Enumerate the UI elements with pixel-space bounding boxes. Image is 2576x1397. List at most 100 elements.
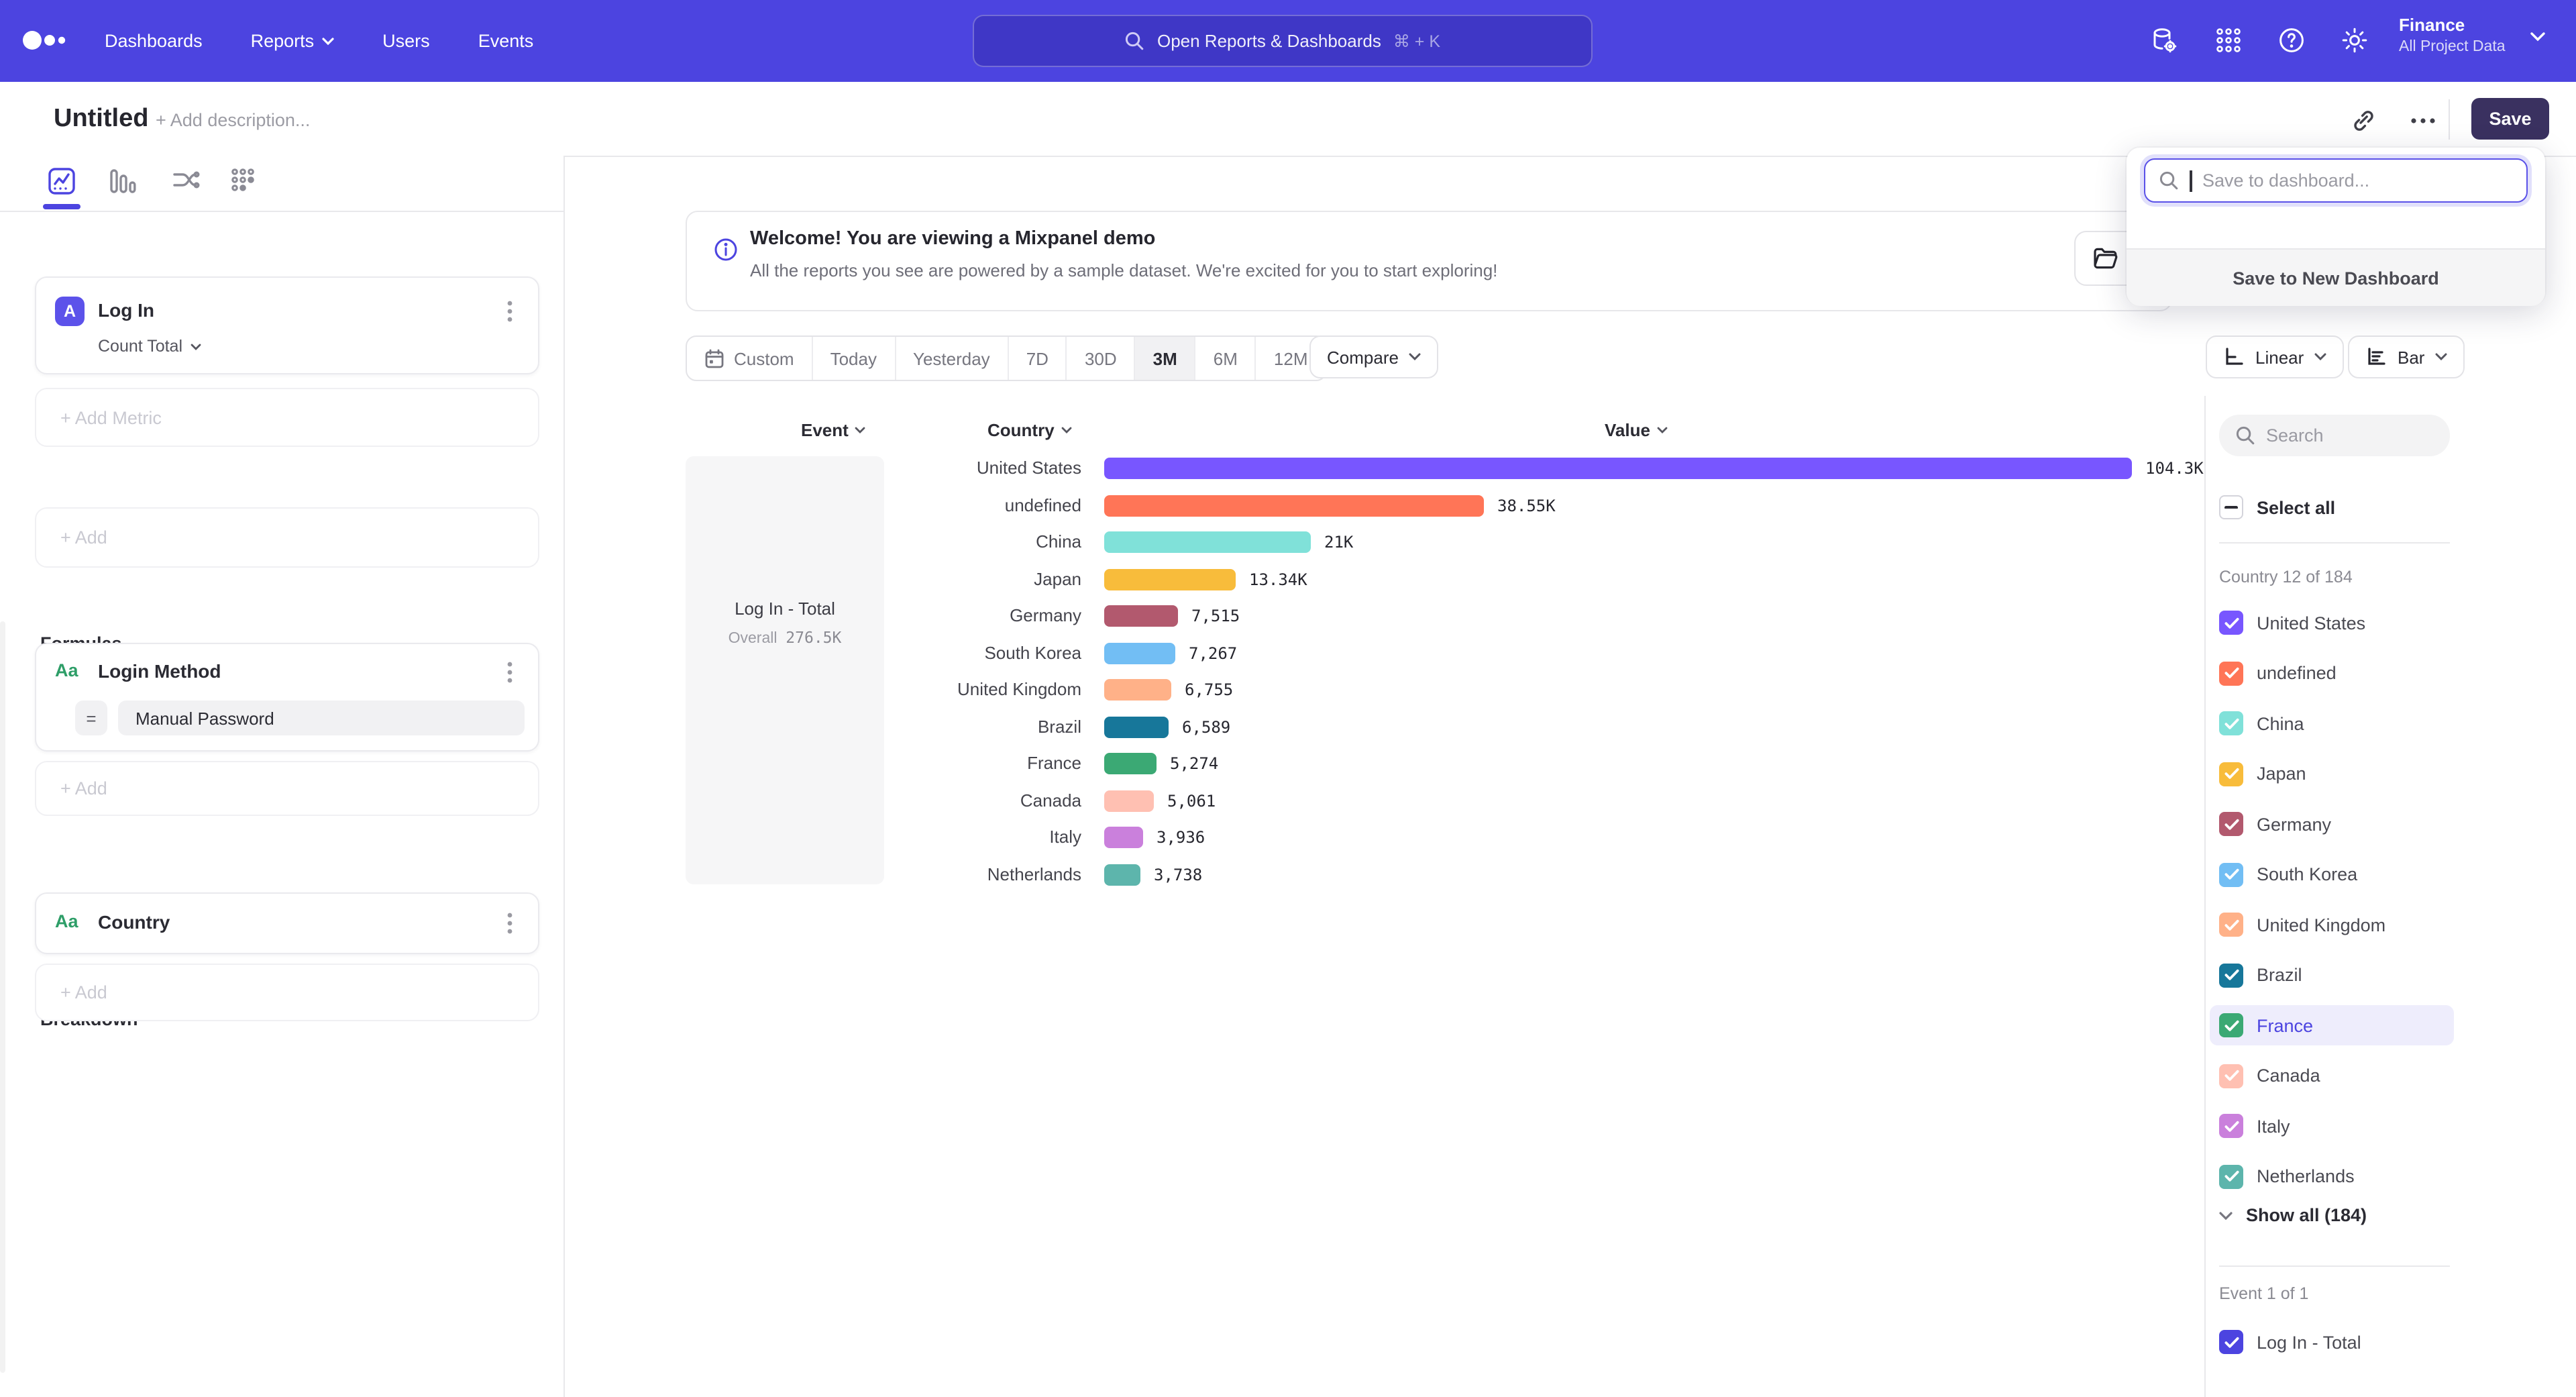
checkbox-label: Netherlands [2257, 1166, 2355, 1186]
chart-bar[interactable] [1104, 827, 1143, 848]
chart-bar[interactable] [1104, 864, 1140, 885]
tab-insights[interactable] [43, 162, 80, 200]
more-actions-icon[interactable] [2406, 103, 2440, 138]
nav-users[interactable]: Users [382, 31, 430, 51]
column-header-country[interactable]: Country [987, 420, 1072, 440]
chart-bar[interactable] [1104, 568, 1236, 590]
checkbox[interactable] [2219, 1013, 2243, 1037]
metric-aggregation[interactable]: Count Total [98, 337, 201, 356]
checkbox[interactable] [2219, 1114, 2243, 1138]
checkbox[interactable] [2219, 661, 2243, 685]
global-search-input[interactable]: Open Reports & Dashboards ⌘ + K [973, 15, 1593, 67]
chart-bar[interactable] [1104, 495, 1484, 516]
checkbox[interactable] [2219, 913, 2243, 937]
add-metric-button[interactable]: + Add Metric [35, 388, 539, 447]
filter-value[interactable]: Manual Password [118, 701, 525, 735]
chevron-down-icon [1061, 427, 1072, 433]
save-button[interactable]: Save [2471, 98, 2549, 140]
chevron-down-icon[interactable] [2530, 32, 2545, 42]
chart-bar[interactable] [1104, 679, 1171, 701]
metric-name[interactable]: Log In [98, 299, 154, 321]
range-today[interactable]: Today [813, 337, 896, 380]
checkbox[interactable] [2219, 711, 2243, 735]
breakdown-card[interactable]: Aa Country [35, 892, 539, 954]
range-3m[interactable]: 3M [1136, 337, 1196, 380]
checkbox[interactable] [2219, 1330, 2243, 1354]
chart-category-label: Canada [564, 788, 1081, 813]
add-formula-button[interactable]: + Add [35, 507, 539, 568]
country-row-china[interactable]: China [2210, 703, 2454, 743]
chart-bar[interactable] [1104, 716, 1169, 737]
checkbox[interactable] [2219, 1164, 2243, 1188]
data-management-icon[interactable] [2148, 24, 2180, 56]
country-row-united-states[interactable]: United States [2210, 603, 2454, 643]
add-filter-button[interactable]: + Add [35, 761, 539, 816]
sidebar-scrollbar[interactable] [0, 621, 5, 1373]
country-row-germany[interactable]: Germany [2210, 804, 2454, 844]
tab-retention[interactable] [225, 162, 263, 200]
checkbox[interactable] [2219, 862, 2243, 886]
checkbox[interactable] [2219, 963, 2243, 987]
country-row-brazil[interactable]: Brazil [2210, 955, 2454, 995]
checkbox[interactable] [2219, 812, 2243, 836]
filter-operator[interactable]: = [75, 701, 107, 735]
save-to-new-dashboard-button[interactable]: Save to New Dashboard [2127, 248, 2545, 306]
country-row-japan[interactable]: Japan [2210, 754, 2454, 794]
report-title[interactable]: Untitled [54, 105, 148, 134]
search-icon [1125, 31, 1145, 51]
project-switcher[interactable]: Finance All Project Data [2399, 13, 2506, 58]
country-row-italy[interactable]: Italy [2210, 1106, 2454, 1146]
breakdown-kebab-icon[interactable] [498, 911, 522, 935]
country-row-undefined[interactable]: undefined [2210, 653, 2454, 693]
chart-bar[interactable] [1104, 753, 1157, 774]
range-custom[interactable]: Custom [687, 337, 813, 380]
compare-button[interactable]: Compare [1309, 335, 1439, 378]
metric-card[interactable]: A Log In Count Total [35, 276, 539, 374]
country-row-south-korea[interactable]: South Korea [2210, 854, 2454, 894]
filter-card[interactable]: Aa Login Method = Manual Password [35, 643, 539, 752]
metric-kebab-icon[interactable] [498, 299, 522, 323]
checkbox[interactable] [2219, 1064, 2243, 1088]
column-header-value[interactable]: Value [1605, 420, 1668, 440]
apps-grid-icon[interactable] [2212, 24, 2245, 56]
chart-bar[interactable] [1104, 531, 1311, 553]
chart-bar[interactable] [1104, 605, 1178, 627]
nav-dashboards[interactable]: Dashboards [105, 31, 203, 51]
range-7d[interactable]: 7D [1009, 337, 1067, 380]
chart-scale-button[interactable]: Linear [2206, 335, 2344, 378]
save-dashboard-search-input[interactable]: Save to dashboard... [2144, 158, 2528, 203]
range-yesterday[interactable]: Yesterday [896, 337, 1009, 380]
copy-link-icon[interactable] [2345, 103, 2380, 138]
mixpanel-logo-icon[interactable] [21, 24, 70, 56]
tab-funnels[interactable] [103, 162, 141, 200]
chart-bar[interactable] [1104, 790, 1154, 811]
nav-events[interactable]: Events [478, 31, 534, 51]
event-cell[interactable]: Log In - Total Overall 276.5K [686, 456, 884, 884]
segment-search-input[interactable]: Search [2219, 415, 2450, 456]
event-row-log-in---total[interactable]: Log In - Total [2210, 1322, 2454, 1362]
range-6m[interactable]: 6M [1196, 337, 1256, 380]
column-header-event[interactable]: Event [801, 420, 866, 440]
select-all-checkbox[interactable] [2219, 495, 2243, 519]
filter-kebab-icon[interactable] [498, 660, 522, 684]
help-icon[interactable] [2275, 24, 2308, 56]
checkbox[interactable] [2219, 611, 2243, 635]
chart-type-button[interactable]: Bar [2348, 335, 2465, 378]
chart-bar[interactable] [1104, 642, 1175, 664]
add-breakdown-button[interactable]: + Add [35, 964, 539, 1021]
chart-bar[interactable] [1104, 458, 2132, 479]
range-30d[interactable]: 30D [1067, 337, 1136, 380]
country-row-france[interactable]: France [2210, 1005, 2454, 1045]
country-row-netherlands[interactable]: Netherlands [2210, 1156, 2454, 1196]
country-row-united-kingdom[interactable]: United Kingdom [2210, 904, 2454, 945]
checkbox[interactable] [2219, 762, 2243, 786]
add-description[interactable]: + Add description... [156, 110, 310, 130]
settings-gear-icon[interactable] [2339, 24, 2371, 56]
select-all-row[interactable]: Select all [2210, 487, 2454, 527]
tab-flows[interactable] [166, 162, 204, 200]
show-all-toggle[interactable]: Show all (184) [2219, 1205, 2367, 1225]
country-row-canada[interactable]: Canada [2210, 1055, 2454, 1096]
nav-reports[interactable]: Reports [251, 31, 335, 51]
breakdown-property[interactable]: Country [98, 911, 170, 933]
filter-property[interactable]: Login Method [98, 660, 221, 682]
